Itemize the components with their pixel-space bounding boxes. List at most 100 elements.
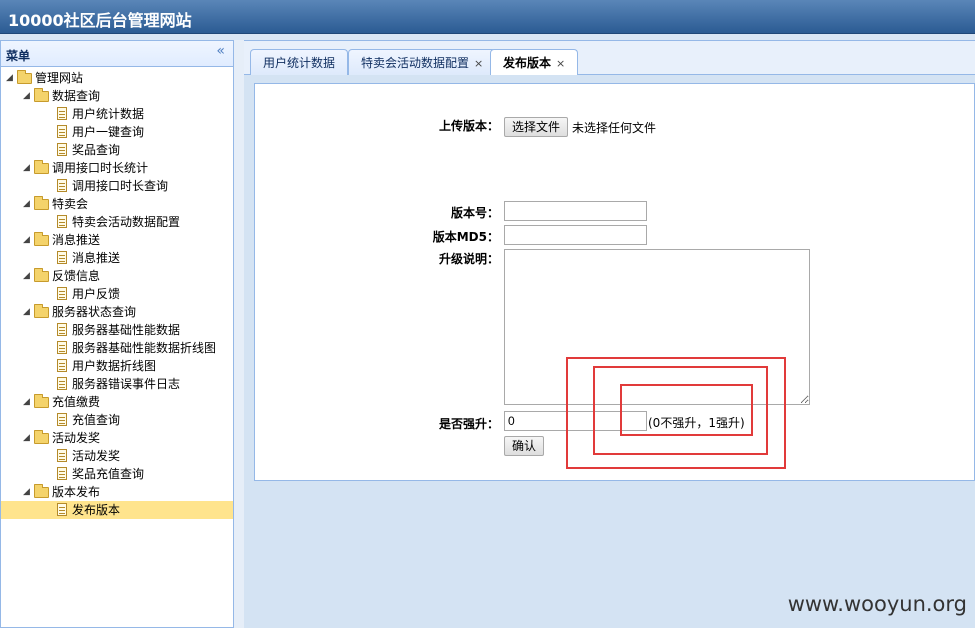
- tree-folder-label: 服务器状态查询: [52, 305, 137, 319]
- tree-item[interactable]: 特卖会活动数据配置: [1, 213, 233, 231]
- tree-item[interactable]: 活动发奖: [1, 447, 233, 465]
- file-icon: [57, 215, 67, 228]
- folder-icon: [34, 268, 49, 282]
- layout-splitter[interactable]: [234, 40, 244, 628]
- close-icon[interactable]: ×: [556, 57, 565, 70]
- app-header: 10000社区后台管理网站: [0, 0, 975, 34]
- tab-1[interactable]: 用户统计数据: [250, 49, 349, 76]
- tree-item-label: 用户反馈: [72, 287, 121, 301]
- main-content: 上传版本： 选择文件 未选择任何文件 版本号： 版本MD5： 升级说明： 是否强…: [244, 75, 975, 628]
- tree-item[interactable]: 用户数据折线图: [1, 357, 233, 375]
- tree-folder[interactable]: ◢ 特卖会: [1, 195, 233, 213]
- expand-arrow-icon[interactable]: ◢: [23, 231, 33, 249]
- tree-item-label: 用户数据折线图: [72, 359, 157, 373]
- file-icon: [57, 251, 67, 264]
- folder-icon: [34, 232, 49, 246]
- file-icon: [57, 179, 67, 192]
- tree-folder[interactable]: ◢ 数据查询: [1, 87, 233, 105]
- collapse-icon[interactable]: «: [216, 43, 225, 59]
- tree-item[interactable]: 服务器错误事件日志: [1, 375, 233, 393]
- expand-arrow-icon[interactable]: ◢: [23, 483, 33, 501]
- file-icon: [57, 467, 67, 480]
- tree-folder[interactable]: ◢ 服务器状态查询: [1, 303, 233, 321]
- expand-arrow-icon[interactable]: ◢: [23, 429, 33, 447]
- tree-item-label: 特卖会活动数据配置: [72, 215, 181, 229]
- tree-item[interactable]: 调用接口时长查询: [1, 177, 233, 195]
- tree-folder[interactable]: ◢ 活动发奖: [1, 429, 233, 447]
- tree-folder[interactable]: ◢ 充值缴费: [1, 393, 233, 411]
- tree-folder[interactable]: ◢ 调用接口时长统计: [1, 159, 233, 177]
- file-icon: [57, 107, 67, 120]
- tree-item[interactable]: 用户一键查询: [1, 123, 233, 141]
- expand-arrow-icon[interactable]: ◢: [23, 267, 33, 285]
- tree-item-label: 奖品充值查询: [72, 467, 145, 481]
- tab-bar: 用户统计数据 特卖会活动数据配置 × 发布版本 ×: [244, 40, 975, 77]
- version-label: 版本号：: [450, 206, 499, 220]
- file-icon: [57, 359, 67, 372]
- tree-item-label: 奖品查询: [72, 143, 121, 157]
- tree-item-label: 消息推送: [72, 251, 121, 265]
- tree-item[interactable]: 服务器基础性能数据折线图: [1, 339, 233, 357]
- tree-item-label: 充值查询: [72, 413, 121, 427]
- tree-item[interactable]: 用户统计数据: [1, 105, 233, 123]
- tree-item[interactable]: 用户反馈: [1, 285, 233, 303]
- tree-folder-label: 版本发布: [52, 485, 101, 499]
- upload-label: 上传版本：: [438, 119, 499, 133]
- tab-2[interactable]: 特卖会活动数据配置 ×: [348, 49, 497, 76]
- app-title: 10000社区后台管理网站: [8, 11, 192, 30]
- folder-icon: [34, 196, 49, 210]
- file-icon: [57, 449, 67, 462]
- tree-item-label: 活动发奖: [72, 449, 121, 463]
- tree-item[interactable]: 奖品查询: [1, 141, 233, 159]
- version-input[interactable]: [504, 201, 647, 221]
- tree-item[interactable]: 充值查询: [1, 411, 233, 429]
- file-icon: [57, 323, 67, 336]
- tree-item-label: 服务器基础性能数据折线图: [72, 341, 217, 355]
- tree-folder-label: 调用接口时长统计: [52, 161, 149, 175]
- folder-icon: [17, 70, 32, 84]
- expand-arrow-icon[interactable]: ◢: [23, 195, 33, 213]
- file-icon: [57, 125, 67, 138]
- tree-folder-label: 特卖会: [52, 197, 89, 211]
- tree-item[interactable]: 奖品充值查询: [1, 465, 233, 483]
- expand-arrow-icon[interactable]: ◢: [23, 159, 33, 177]
- file-icon: [57, 503, 67, 516]
- tree-item[interactable]: 消息推送: [1, 249, 233, 267]
- folder-icon: [34, 304, 49, 318]
- tree-folder[interactable]: ◢ 反馈信息: [1, 267, 233, 285]
- sidebar: 菜单 « ◢ 管理网站 ◢ 数据查询用户统计数据 用户一键查询 奖品查询 ◢ 调用接口时长统计…: [0, 40, 234, 628]
- tree-item-label: 调用接口时长查询: [72, 179, 169, 193]
- close-icon[interactable]: ×: [474, 57, 483, 70]
- tree-folder[interactable]: ◢ 管理网站: [1, 69, 233, 87]
- expand-arrow-icon[interactable]: ◢: [6, 69, 16, 87]
- tree-item[interactable]: 服务器基础性能数据: [1, 321, 233, 339]
- tree-item-label: 用户一键查询: [72, 125, 145, 139]
- confirm-button[interactable]: 确认: [504, 436, 544, 456]
- tab-label: 用户统计数据: [263, 56, 336, 70]
- watermark: www.wooyun.org: [787, 592, 967, 616]
- choose-file-button[interactable]: 选择文件: [504, 117, 568, 137]
- tree-item[interactable]: 发布版本: [1, 501, 233, 519]
- file-icon: [57, 287, 67, 300]
- expand-arrow-icon[interactable]: ◢: [23, 393, 33, 411]
- tab-label: 特卖会活动数据配置: [361, 56, 470, 70]
- force-upgrade-label: 是否强升：: [438, 417, 499, 431]
- expand-arrow-icon[interactable]: ◢: [23, 303, 33, 321]
- folder-icon: [34, 430, 49, 444]
- tree-folder[interactable]: ◢ 消息推送: [1, 231, 233, 249]
- tree-folder[interactable]: ◢ 版本发布: [1, 483, 233, 501]
- folder-icon: [34, 484, 49, 498]
- file-icon: [57, 413, 67, 426]
- expand-arrow-icon[interactable]: ◢: [23, 87, 33, 105]
- file-icon: [57, 377, 67, 390]
- folder-icon: [34, 160, 49, 174]
- tree-item-label: 用户统计数据: [72, 107, 145, 121]
- sidebar-title: 菜单: [6, 49, 31, 63]
- tree-folder-label: 反馈信息: [52, 269, 101, 283]
- tab-3[interactable]: 发布版本 ×: [490, 49, 579, 77]
- menu-tree: ◢ 管理网站 ◢ 数据查询用户统计数据 用户一键查询 奖品查询 ◢ 调用接口时长统计调用接口时…: [1, 69, 233, 519]
- md5-input[interactable]: [504, 225, 647, 245]
- no-file-text: 未选择任何文件: [572, 121, 657, 135]
- tab-label: 发布版本: [503, 56, 552, 70]
- tree-item-label: 服务器基础性能数据: [72, 323, 181, 337]
